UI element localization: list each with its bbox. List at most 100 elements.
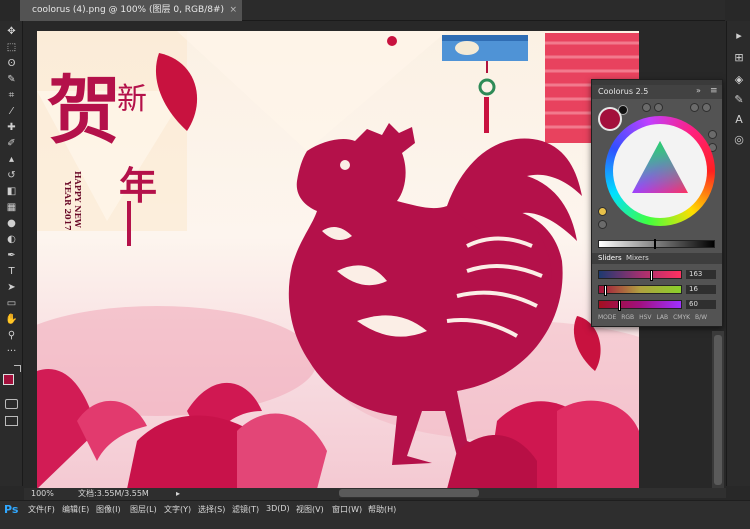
triangle-mode-button[interactable] [708,130,717,139]
mode-hsv[interactable]: HSV [639,314,651,321]
photoshop-window: coolorus (4).png @ 100% (图层 0, RGB/8#) ×… [0,0,750,529]
menu-item[interactable]: 编辑(E) [62,504,89,515]
tools-panel: ✥ ⬚ ʘ ✎ ⌗ ⁄ ✚ ✐ ▴ ↺ ◧ ▦ ● ◐ ✒ T ➤ ▭ ✋ ⚲ ··· [0,21,23,486]
marquee-tool-icon[interactable]: ⬚ [4,41,19,55]
quick-mask-icon[interactable] [5,399,18,409]
color-triangle[interactable] [613,124,707,218]
document-tab[interactable]: coolorus (4).png @ 100% (图层 0, RGB/8#) × [20,0,243,21]
healing-tool-icon[interactable]: ✚ [4,121,19,135]
document-canvas[interactable]: 贺 新 年 HAPPY NEW YEAR 2017 [37,31,639,488]
menu-bar: Ps 文件(F) 编辑(E) 图像(I) 图层(L) 文字(Y) 选择(S) 滤镜(T) 3D… [0,500,750,518]
slider-track-2[interactable] [598,285,682,296]
horizontal-scroll-thumb[interactable] [339,489,479,497]
screen-mode-icon[interactable] [5,416,18,426]
tab-mixers[interactable]: Mixers [626,254,649,262]
pen-tool-icon[interactable]: ✒ [4,249,19,263]
zoom-level[interactable]: 100% [31,488,54,500]
eraser-tool-icon[interactable]: ◧ [4,185,19,199]
menu-item[interactable]: 帮助(H) [368,504,396,515]
menu-item[interactable]: 3D(D) [266,504,290,513]
document-tab-title: coolorus (4).png @ 100% (图层 0, RGB/8#) [32,5,225,15]
slider-track-3[interactable] [598,300,682,311]
history-panel-icon[interactable]: ⊞ [732,51,746,65]
character-panel-icon[interactable]: A [732,113,746,127]
menu-item[interactable]: 视图(V) [296,504,324,515]
foreground-color-swatch[interactable] [3,374,14,385]
blur-tool-icon[interactable]: ● [4,217,19,231]
move-tool-icon[interactable]: ✥ [4,25,19,39]
mode-lab[interactable]: LAB [656,314,668,321]
hand-tool-icon[interactable]: ✋ [4,313,19,327]
slider-row-1: 163 [598,270,716,281]
calligraphy-stroke [127,201,131,246]
eyedropper-button[interactable] [642,103,651,112]
slider-handle-2[interactable] [603,285,607,296]
brush-tool-icon[interactable]: ✐ [4,137,19,151]
menu-item[interactable]: 图层(L) [130,504,157,515]
slider-value-3[interactable]: 60 [686,300,716,309]
quick-select-tool-icon[interactable]: ✎ [4,73,19,87]
panel-header[interactable]: Coolorus 2.5 » ≡ [592,85,722,99]
menu-item[interactable]: 文件(F) [28,504,55,515]
menu-item[interactable]: 图像(I) [96,504,121,515]
reset-colors-button[interactable] [654,103,663,112]
menu-item[interactable]: 文字(Y) [164,504,191,515]
brightness-slider-handle[interactable] [654,239,657,249]
brush-panel-icon[interactable]: ✎ [732,93,746,107]
more-tools-icon[interactable]: ··· [4,345,19,359]
eyedropper-tool-icon[interactable]: ⁄ [4,105,19,119]
vertical-scrollbar[interactable] [712,331,724,488]
color-wheel[interactable] [605,116,715,226]
panel-expand-icon[interactable]: » [696,86,701,95]
slider-value-1[interactable]: 163 [686,270,716,279]
swap-colors-icon[interactable] [14,365,21,372]
swatches-button[interactable] [598,220,607,229]
panel-menu-icon[interactable]: ≡ [710,86,718,96]
coolorus-panel: Coolorus 2.5 » ≡ Sliders Mixers 163 16 6… [591,79,723,327]
lasso-tool-icon[interactable]: ʘ [4,57,19,71]
shape-tool-icon[interactable]: ▭ [4,297,19,311]
vertical-scroll-thumb[interactable] [714,335,722,485]
coolorus-panel-icon[interactable]: ◎ [732,133,746,147]
menu-item[interactable]: 选择(S) [198,504,225,515]
stamp-tool-icon[interactable]: ▴ [4,153,19,167]
tab-sliders[interactable]: Sliders [598,254,622,262]
type-tool-icon[interactable]: T [4,265,19,279]
mode-bw[interactable]: B/W [695,314,707,321]
palette-button[interactable] [690,103,699,112]
slider-handle-1[interactable] [650,270,654,281]
close-tab-icon[interactable]: × [229,0,237,21]
calligraphy-side-1: 新 [117,82,147,117]
color-wheel-center [613,124,707,218]
petal [387,36,397,46]
mode-cmyk[interactable]: CMYK [673,314,690,321]
zoom-tool-icon[interactable]: ⚲ [4,329,19,343]
panel-tabs: Sliders Mixers [592,253,722,264]
menu-item[interactable]: 窗口(W) [332,504,362,515]
slider-track-1[interactable] [598,270,682,281]
dodge-tool-icon[interactable]: ◐ [4,233,19,247]
calligraphy-main: 贺 [47,68,121,154]
english-greeting-line-1: HAPPY NEW [73,171,83,229]
brightness-slider[interactable] [598,239,715,249]
collapse-panels-icon[interactable]: ▸ [732,29,746,43]
gamut-button[interactable] [598,207,607,216]
properties-panel-icon[interactable]: ◈ [732,73,746,87]
color-mode-selector: MODE RGB HSV LAB CMYK B/W [598,314,710,321]
options-bar [0,518,750,529]
history-brush-tool-icon[interactable]: ↺ [4,169,19,183]
status-bar: 100% 文档:3.55M/3.55M ▸ [24,488,339,500]
horizontal-scrollbar[interactable] [339,488,726,498]
slider-handle-3[interactable] [618,300,622,311]
gradient-tool-icon[interactable]: ▦ [4,201,19,215]
menu-item[interactable]: 滤镜(T) [232,504,259,515]
path-select-tool-icon[interactable]: ➤ [4,281,19,295]
document-tab-bar: coolorus (4).png @ 100% (图层 0, RGB/8#) × [20,0,725,21]
mode-rgb[interactable]: RGB [621,314,634,321]
wheel-mode-button[interactable] [702,103,711,112]
status-menu-icon[interactable]: ▸ [176,488,180,500]
english-greeting-line-2: YEAR 2017 [63,180,73,231]
slider-value-2[interactable]: 16 [686,285,716,294]
crop-tool-icon[interactable]: ⌗ [4,89,19,103]
panel-title: Coolorus 2.5 [598,87,649,96]
